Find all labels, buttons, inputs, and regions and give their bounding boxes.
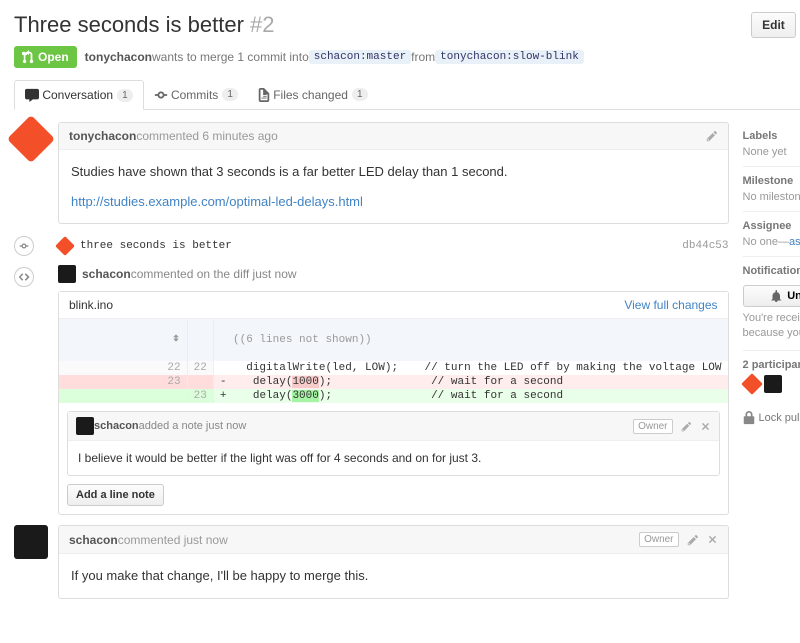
commit-message: three seconds is better <box>80 240 232 252</box>
participants-heading: 2 participants <box>743 359 800 371</box>
mute-icon <box>771 290 783 302</box>
avatar-schacon-small[interactable] <box>76 417 94 435</box>
inline-note-body: I believe it would be better if the ligh… <box>68 441 719 475</box>
inline-note-author[interactable]: schacon <box>94 420 139 432</box>
notifications-sub: You're receiving notifications because y… <box>743 311 800 342</box>
tab-files[interactable]: Files changed 1 <box>248 81 378 109</box>
close-icon[interactable] <box>700 421 711 432</box>
owner-badge: Owner <box>633 419 672 434</box>
commits-icon <box>154 88 168 102</box>
base-branch[interactable]: schacon:master <box>309 50 411 64</box>
comment-2: schacon commented just now Owner If you … <box>58 525 729 599</box>
avatar-schacon[interactable] <box>14 525 48 559</box>
diff-add-line: + delay(3000); // wait for a second <box>213 389 727 403</box>
comment-icon <box>25 88 39 102</box>
file-diff-icon <box>258 88 270 102</box>
tab-conversation[interactable]: Conversation 1 <box>14 80 144 110</box>
assignee-heading: Assignee <box>743 220 792 232</box>
merge-state-row: Open tonychacon wants to merge 1 commit … <box>14 46 800 68</box>
unsubscribe-button[interactable]: Unsubscribe <box>743 285 800 307</box>
labels-value: None yet <box>743 146 787 158</box>
comment-body-text: Studies have shown that 3 seconds is a f… <box>71 162 716 182</box>
comment-author[interactable]: tonychacon <box>69 129 136 143</box>
merge-author[interactable]: tonychacon <box>85 50 152 64</box>
comment-1: tonychacon commented 6 minutes ago Studi… <box>58 122 729 224</box>
commits-icon <box>19 241 29 251</box>
pencil-icon[interactable] <box>687 534 699 546</box>
comment-author[interactable]: schacon <box>69 533 118 547</box>
pencil-icon[interactable] <box>681 421 692 432</box>
commit-sha[interactable]: db44c53 <box>682 240 728 252</box>
pencil-icon[interactable] <box>706 130 718 142</box>
pull-request-icon <box>22 50 34 64</box>
view-full-changes-link[interactable]: View full changes <box>624 298 717 312</box>
edit-button[interactable]: Edit <box>751 12 796 38</box>
issue-title: Three seconds is better <box>14 12 244 37</box>
diff-table: ((6 lines not shown)) 2222 digitalWrite(… <box>59 319 728 403</box>
diff-del-line: - delay(1000); // wait for a second <box>213 375 727 389</box>
add-line-note-button[interactable]: Add a line note <box>67 484 164 506</box>
code-icon <box>18 271 30 283</box>
avatar-schacon-small[interactable] <box>58 265 76 283</box>
tab-commits[interactable]: Commits 1 <box>144 81 248 109</box>
issue-number: #2 <box>250 12 274 37</box>
diff-filename[interactable]: blink.ino <box>69 298 113 312</box>
commit-row[interactable]: three seconds is better db44c53 <box>58 234 729 265</box>
milestone-heading: Milestone <box>743 175 794 187</box>
comment-body-text: If you make that change, I'll be happy t… <box>59 554 728 598</box>
notifications-heading: Notifications <box>743 265 800 277</box>
expand-icon[interactable] <box>171 332 181 344</box>
close-icon[interactable] <box>707 534 718 545</box>
participant-schacon[interactable] <box>764 375 782 393</box>
labels-heading: Labels <box>743 130 778 142</box>
inline-note: schacon added a note just now Owner I be… <box>67 411 720 476</box>
comment-body-link[interactable]: http://studies.example.com/optimal-led-d… <box>71 194 363 209</box>
lock-icon <box>743 411 755 425</box>
owner-badge: Owner <box>639 532 678 547</box>
avatar-tonychacon[interactable] <box>14 122 48 156</box>
lock-pull-request[interactable]: Lock pull request <box>743 411 800 425</box>
state-open-badge: Open <box>14 46 77 68</box>
diff-comment-author[interactable]: schacon <box>82 267 131 281</box>
git-icon <box>55 236 75 256</box>
milestone-value: No milestone <box>743 191 800 203</box>
diff-file: blink.ino View full changes ((6 lines no… <box>58 291 729 515</box>
page-title: Three seconds is better #2 <box>14 12 745 38</box>
head-branch[interactable]: tonychacon:slow-blink <box>435 50 584 64</box>
assign-yourself-link[interactable]: assign yourself <box>789 236 800 248</box>
participant-tonychacon[interactable] <box>741 373 763 395</box>
assignee-value: No one—assign yourself <box>743 236 800 248</box>
